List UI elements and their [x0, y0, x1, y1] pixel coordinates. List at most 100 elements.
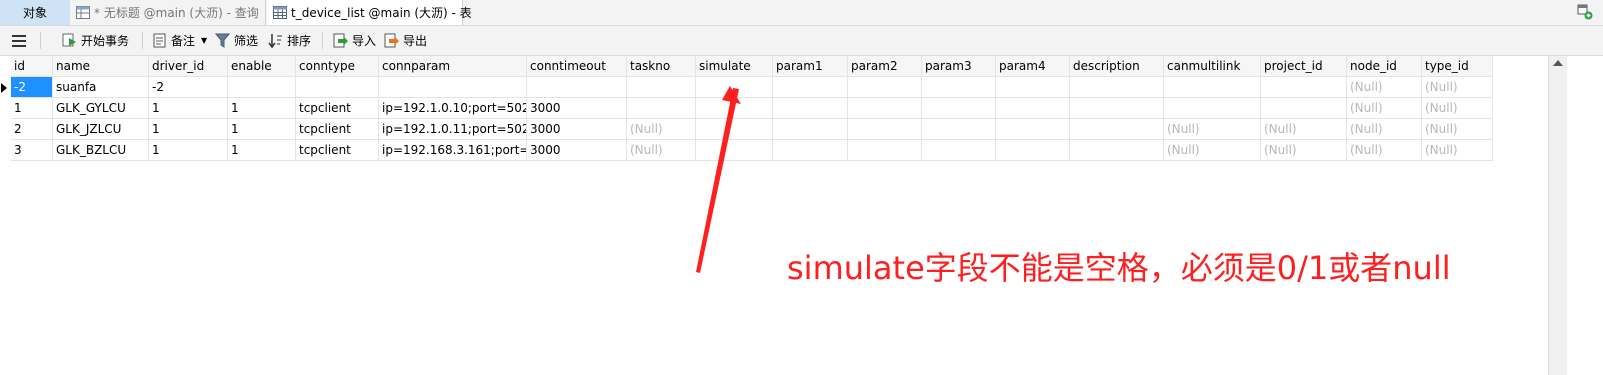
table-cell[interactable]: (Null)	[1164, 140, 1261, 161]
column-header[interactable]: project_id	[1261, 56, 1347, 77]
table-cell[interactable]	[1261, 98, 1347, 119]
table-cell[interactable]: -2	[149, 77, 228, 98]
menu-button[interactable]	[11, 26, 27, 55]
vertical-scrollbar[interactable]	[1548, 56, 1567, 375]
table-cell[interactable]	[527, 77, 627, 98]
column-header[interactable]: conntype	[296, 56, 379, 77]
column-header[interactable]: simulate	[696, 56, 773, 77]
table-cell[interactable]	[696, 98, 773, 119]
table-cell[interactable]	[696, 140, 773, 161]
tab-objects[interactable]: 对象	[0, 0, 70, 25]
table-cell[interactable]	[773, 140, 848, 161]
column-header[interactable]: id	[11, 56, 53, 77]
notes-button[interactable]: 备注 ▼	[152, 26, 207, 55]
table-cell[interactable]	[922, 77, 996, 98]
column-header[interactable]: type_id	[1422, 56, 1493, 77]
sort-button[interactable]: 排序	[268, 26, 311, 55]
table-cell[interactable]	[1164, 98, 1261, 119]
column-header[interactable]: connparam	[379, 56, 527, 77]
table-cell[interactable]: (Null)	[1347, 140, 1422, 161]
table-cell[interactable]	[996, 98, 1070, 119]
table-cell[interactable]	[996, 140, 1070, 161]
column-header[interactable]: param4	[996, 56, 1070, 77]
table-cell[interactable]	[296, 77, 379, 98]
table-cell[interactable]: 1	[149, 98, 228, 119]
table-cell[interactable]: ip=192.1.0.10;port=502	[379, 98, 527, 119]
table-cell[interactable]: GLK_BZLCU	[53, 140, 149, 161]
table-cell[interactable]	[627, 98, 696, 119]
table-cell[interactable]: (Null)	[1422, 140, 1493, 161]
table-cell[interactable]: 1	[228, 119, 296, 140]
table-cell[interactable]: ip=192.1.0.11;port=502	[379, 119, 527, 140]
filter-button[interactable]: 筛选	[215, 26, 258, 55]
table-cell[interactable]	[1070, 119, 1164, 140]
table-cell[interactable]: tcpclient	[296, 98, 379, 119]
column-header[interactable]: node_id	[1347, 56, 1422, 77]
column-header[interactable]: canmultilink	[1164, 56, 1261, 77]
column-header[interactable]: param1	[773, 56, 848, 77]
export-button[interactable]: 导出	[384, 26, 427, 55]
table-cell[interactable]: 3000	[527, 140, 627, 161]
table-cell[interactable]	[848, 98, 922, 119]
table-cell[interactable]: GLK_JZLCU	[53, 119, 149, 140]
begin-transaction-button[interactable]: 开始事务	[62, 26, 129, 55]
table-cell[interactable]: (Null)	[1164, 119, 1261, 140]
table-cell[interactable]	[1070, 77, 1164, 98]
table-cell[interactable]: 3000	[527, 119, 627, 140]
column-header[interactable]: param2	[848, 56, 922, 77]
table-cell[interactable]: 1	[11, 98, 53, 119]
table-cell[interactable]	[696, 119, 773, 140]
table-cell[interactable]: (Null)	[1261, 119, 1347, 140]
table-cell[interactable]: (Null)	[1422, 119, 1493, 140]
table-cell[interactable]: 1	[149, 140, 228, 161]
table-cell[interactable]: -2	[11, 77, 53, 98]
table-cell[interactable]: tcpclient	[296, 119, 379, 140]
table-cell[interactable]	[627, 77, 696, 98]
table-cell[interactable]	[922, 140, 996, 161]
table-cell[interactable]	[996, 119, 1070, 140]
table-cell[interactable]: (Null)	[1347, 119, 1422, 140]
table-cell[interactable]: (Null)	[1347, 98, 1422, 119]
column-header[interactable]: conntimeout	[527, 56, 627, 77]
table-cell[interactable]	[696, 77, 773, 98]
table-cell[interactable]: (Null)	[627, 119, 696, 140]
add-window-icon[interactable]	[1577, 4, 1593, 20]
table-cell[interactable]	[1261, 77, 1347, 98]
column-header[interactable]: enable	[228, 56, 296, 77]
table-cell[interactable]	[922, 98, 996, 119]
table-cell[interactable]	[773, 98, 848, 119]
tab-query[interactable]: * 无标题 @main (大沥) - 查询	[70, 0, 266, 25]
table-cell[interactable]	[1070, 98, 1164, 119]
table-cell[interactable]	[379, 77, 527, 98]
table-cell[interactable]: 3	[11, 140, 53, 161]
table-cell[interactable]: 1	[149, 119, 228, 140]
table-cell[interactable]: 3000	[527, 98, 627, 119]
table-cell[interactable]	[773, 77, 848, 98]
table-cell[interactable]: ip=192.168.3.161;port=502	[379, 140, 527, 161]
table-cell[interactable]: (Null)	[1347, 77, 1422, 98]
table-cell[interactable]	[996, 77, 1070, 98]
table-cell[interactable]	[1164, 77, 1261, 98]
table-cell[interactable]	[773, 119, 848, 140]
scroll-up-arrow-icon[interactable]	[1553, 60, 1563, 66]
import-button[interactable]: 导入	[333, 26, 376, 55]
table-cell[interactable]	[848, 77, 922, 98]
table-cell[interactable]	[922, 119, 996, 140]
column-header[interactable]: taskno	[627, 56, 696, 77]
table-cell[interactable]: (Null)	[1422, 77, 1493, 98]
table-cell[interactable]	[848, 140, 922, 161]
table-cell[interactable]	[228, 77, 296, 98]
table-cell[interactable]: (Null)	[1261, 140, 1347, 161]
column-header[interactable]: name	[53, 56, 149, 77]
column-header[interactable]: driver_id	[149, 56, 228, 77]
table-cell[interactable]: tcpclient	[296, 140, 379, 161]
tab-table[interactable]: t_device_list @main (大沥) - 表	[267, 0, 472, 25]
chevron-down-icon[interactable]: ▼	[201, 36, 207, 45]
table-cell[interactable]: (Null)	[1422, 98, 1493, 119]
table-cell[interactable]: 1	[228, 98, 296, 119]
table-cell[interactable]: 2	[11, 119, 53, 140]
table-cell[interactable]: suanfa	[53, 77, 149, 98]
table-cell[interactable]: (Null)	[627, 140, 696, 161]
table-cell[interactable]	[1070, 140, 1164, 161]
table-cell[interactable]: GLK_GYLCU	[53, 98, 149, 119]
